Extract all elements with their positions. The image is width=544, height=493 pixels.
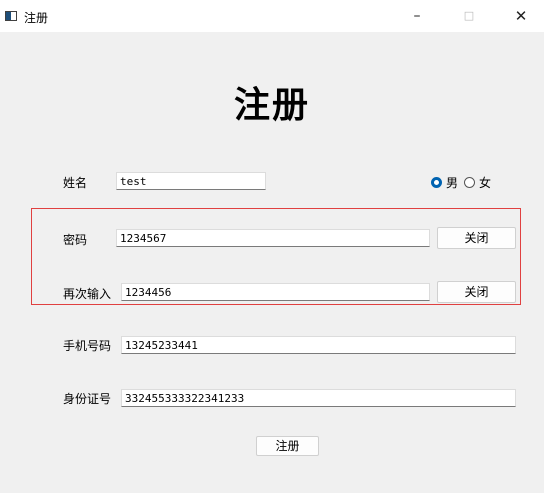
minimize-button[interactable]: – bbox=[402, 6, 432, 26]
gender-female-label[interactable]: 女 bbox=[479, 174, 491, 191]
password-close-button[interactable]: 关闭 bbox=[437, 227, 516, 249]
page-heading: 注册 bbox=[233, 84, 310, 126]
title-bar: 注册 – □ ✕ bbox=[0, 0, 544, 32]
confirm-close-button[interactable]: 关闭 bbox=[437, 281, 516, 303]
gender-male-label[interactable]: 男 bbox=[446, 174, 458, 191]
password-input[interactable] bbox=[116, 229, 430, 247]
gender-female-radio[interactable] bbox=[464, 177, 476, 188]
app-icon bbox=[5, 11, 17, 21]
close-window-button[interactable]: ✕ bbox=[506, 6, 536, 26]
maximize-button[interactable]: □ bbox=[454, 6, 484, 26]
name-label: 姓名 bbox=[63, 176, 88, 190]
gender-male-radio[interactable] bbox=[431, 177, 442, 188]
password-label: 密码 bbox=[63, 233, 88, 247]
register-window: 注册 – □ ✕ 注册 姓名 男女 密码 关闭 再次输入 关闭 手机号码 身份证… bbox=[0, 0, 544, 493]
id-card-label: 身份证号 bbox=[63, 392, 112, 406]
phone-input[interactable] bbox=[121, 336, 516, 354]
confirm-password-label: 再次输入 bbox=[63, 287, 112, 301]
register-button[interactable]: 注册 bbox=[256, 436, 319, 456]
gender-radio-group: 男女 bbox=[431, 174, 497, 191]
window-title: 注册 bbox=[24, 11, 49, 25]
name-input[interactable] bbox=[116, 172, 266, 190]
phone-label: 手机号码 bbox=[63, 339, 112, 353]
id-card-input[interactable] bbox=[121, 389, 516, 407]
confirm-password-input[interactable] bbox=[121, 283, 430, 301]
